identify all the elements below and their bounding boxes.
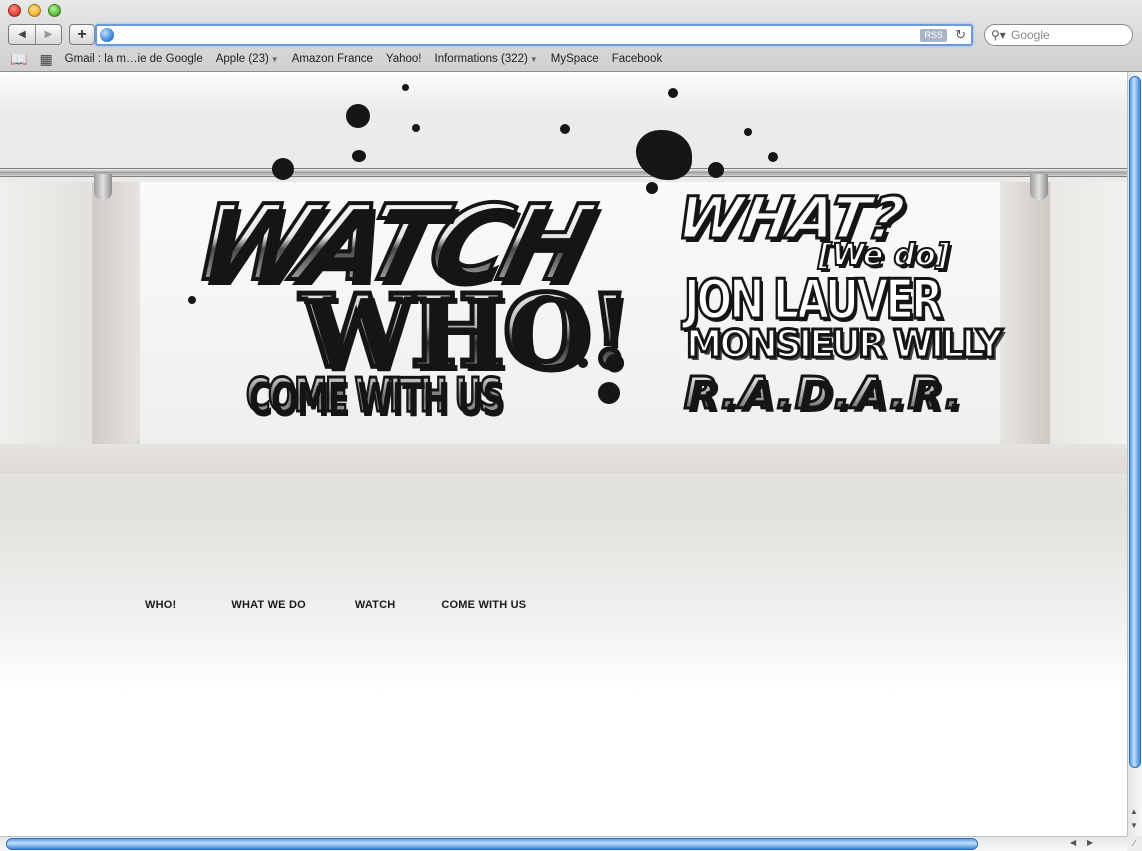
gallery-floor-edge (0, 444, 1127, 474)
artwork-come-with-us: COME WITH US (245, 367, 504, 424)
scroll-left-arrow-icon[interactable]: ◀ (1070, 838, 1076, 847)
bookmark-facebook[interactable]: Facebook (612, 53, 663, 65)
back-button[interactable]: ◀ (9, 25, 35, 44)
history-navigation: ◀ ▶ (8, 24, 62, 45)
forward-button[interactable]: ▶ (35, 25, 61, 44)
url-input[interactable] (119, 26, 919, 44)
artwork-radar: R.A.D.A.R. (682, 367, 964, 421)
resize-grip-icon[interactable]: ∕ (1127, 836, 1142, 851)
forward-arrow-icon: ▶ (44, 29, 53, 40)
bookmark-yahoo[interactable]: Yahoo! (386, 53, 422, 65)
nav-come-with-us-link[interactable]: COME WITH US (441, 599, 526, 611)
nav-watch-link[interactable]: WATCH (355, 599, 396, 611)
top-sites-grid-icon[interactable]: ▦ (39, 51, 52, 68)
gallery-left-pillar (92, 182, 140, 470)
rail-bracket (94, 174, 112, 200)
scroll-up-arrow-icon[interactable]: ▲ (1130, 807, 1138, 816)
address-bar[interactable]: RSS ↻ (95, 24, 973, 46)
vertical-scroll-thumb[interactable] (1129, 76, 1141, 768)
search-input[interactable] (1011, 28, 1126, 42)
add-bookmark-button[interactable]: + (69, 24, 95, 45)
back-arrow-icon: ◀ (18, 29, 26, 40)
page-viewport: WATCH WHAT? [We do] WHO! JON LAUVER MONS… (0, 72, 1127, 836)
scroll-down-arrow-icon[interactable]: ▼ (1130, 821, 1138, 830)
search-icon: ⚲▾ (991, 28, 1006, 42)
scroll-right-arrow-icon[interactable]: ▶ (1087, 838, 1093, 847)
ceiling-rail (0, 168, 1127, 177)
chevron-down-icon: ▼ (529, 55, 538, 64)
horizontal-scrollbar[interactable]: ◀ ▶ (0, 836, 1127, 851)
minimize-window-button[interactable] (28, 4, 41, 17)
close-window-button[interactable] (8, 4, 21, 17)
rss-button[interactable]: RSS (920, 29, 947, 42)
horizontal-scroll-thumb[interactable] (6, 838, 978, 850)
gallery-right-pillar (1000, 182, 1050, 470)
reload-icon[interactable]: ↻ (955, 27, 966, 43)
reading-list-icon[interactable]: 📖 (10, 51, 27, 68)
artwork-monsieur-willy: MONSIEUR WILLY (685, 321, 1004, 368)
site-navigation: WHO! WHAT WE DO WATCH COME WITH US (145, 599, 526, 611)
plus-icon: + (77, 25, 87, 43)
rail-bracket (1030, 174, 1048, 200)
chevron-down-icon: ▼ (270, 55, 279, 64)
vertical-scrollbar[interactable]: ▲ ▼ (1127, 72, 1142, 836)
zoom-window-button[interactable] (48, 4, 61, 17)
bookmark-amazon-france[interactable]: Amazon France (292, 53, 373, 65)
bookmark-informations[interactable]: Informations (322) ▼ (435, 53, 538, 65)
bookmark-gmail[interactable]: Gmail : la m…ie de Google (65, 53, 203, 65)
search-box[interactable]: ⚲▾ (984, 24, 1133, 46)
nav-who-link[interactable]: WHO! (145, 599, 176, 611)
globe-icon (100, 28, 114, 42)
window-controls (8, 4, 61, 17)
bookmark-myspace[interactable]: MySpace (551, 53, 599, 65)
bookmark-apple[interactable]: Apple (23) ▼ (216, 53, 279, 65)
bookmarks-bar: 📖 ▦ Gmail : la m…ie de Google Apple (23)… (10, 51, 675, 67)
nav-what-we-do-link[interactable]: WHAT WE DO (231, 599, 306, 611)
browser-toolbar: ◀ ▶ + RSS ↻ ⚲▾ 📖 ▦ Gmail : la m…ie de Go… (0, 0, 1142, 72)
